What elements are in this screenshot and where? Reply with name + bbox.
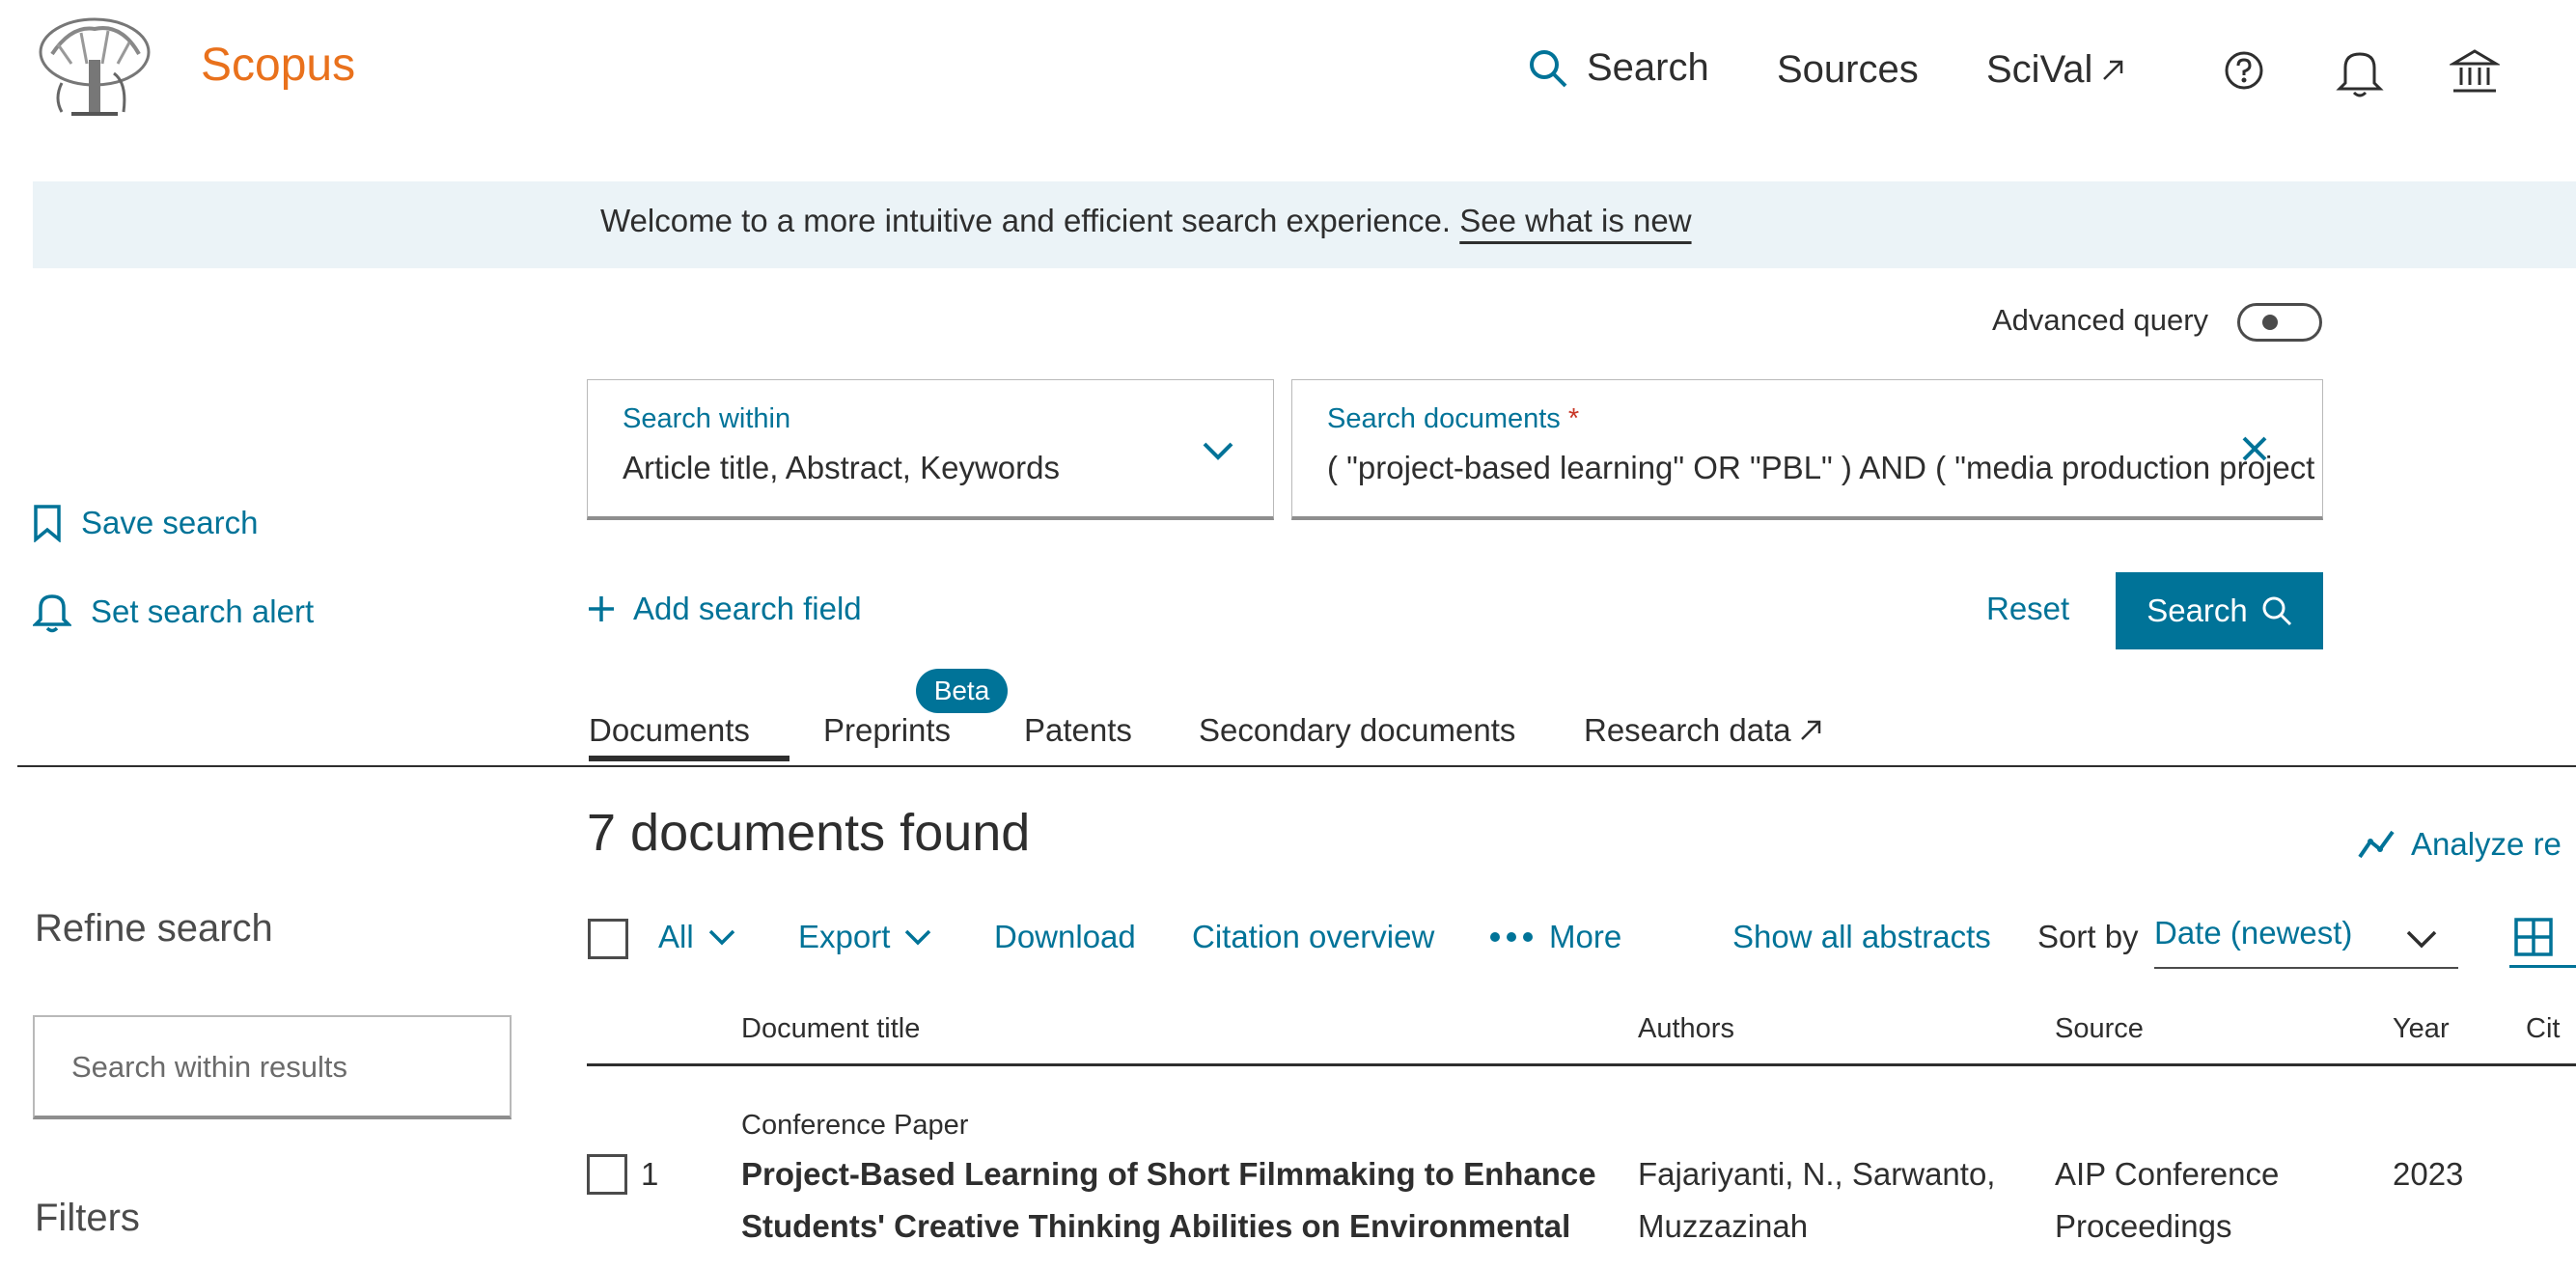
brand-name[interactable]: Scopus — [201, 39, 355, 92]
grid-view-underline — [2509, 965, 2576, 968]
column-document-title[interactable]: Document title — [741, 1013, 920, 1045]
chevron-down-icon — [903, 927, 932, 947]
tab-documents[interactable]: Documents — [589, 712, 750, 749]
row-index: 1 — [641, 1156, 659, 1192]
tabs-divider — [17, 765, 2576, 767]
banner-text: Welcome to a more intuitive and efficien… — [600, 203, 1692, 239]
select-all-label: All — [658, 919, 694, 954]
authors-line-1: Fajariyanti, N., Sarwanto, — [1638, 1156, 1996, 1192]
year-cell: 2023 — [2393, 1156, 2464, 1192]
nav-search[interactable]: Search — [1527, 46, 1709, 90]
nav-scival[interactable]: SciVal — [1986, 48, 2125, 92]
download-button[interactable]: Download — [994, 919, 1136, 955]
chevron-down-icon — [1202, 440, 1234, 461]
table-header-line — [587, 1063, 2576, 1066]
tab-secondary-documents[interactable]: Secondary documents — [1199, 712, 1515, 749]
search-within-select[interactable]: Search within Article title, Abstract, K… — [587, 379, 1274, 520]
analyze-results-link[interactable]: Analyze re — [2357, 826, 2562, 863]
source-line-2: Proceedings — [2055, 1208, 2232, 1244]
beta-badge: Beta — [916, 669, 1008, 713]
set-search-alert-label: Set search alert — [91, 593, 315, 629]
tab-preprints[interactable]: Preprints — [823, 712, 951, 749]
analyze-results-label: Analyze re — [2411, 826, 2562, 862]
bell-icon — [33, 591, 71, 633]
search-button[interactable]: Search — [2116, 572, 2323, 649]
select-all-checkbox[interactable] — [588, 919, 628, 959]
title-line-2: Students' Creative Thinking Abilities on… — [741, 1208, 1571, 1244]
citation-overview-button[interactable]: Citation overview — [1192, 919, 1434, 955]
search-documents-field[interactable]: Search documents * ( "project-based lear… — [1291, 379, 2323, 520]
add-search-field-button[interactable]: Add search field — [587, 591, 862, 627]
external-link-icon — [1799, 719, 1822, 742]
authors-cell[interactable]: Fajariyanti, N., Sarwanto, Muzzazinah — [1638, 1148, 1995, 1253]
bell-icon[interactable] — [2336, 46, 2384, 98]
nav-scival-label: SciVal — [1986, 48, 2093, 91]
clear-icon[interactable] — [2240, 434, 2269, 463]
filters-title: Filters — [35, 1197, 140, 1239]
sort-by-label: Sort by — [2037, 919, 2139, 954]
bookmark-icon — [33, 504, 62, 542]
search-within-results-placeholder: Search within results — [71, 1050, 348, 1084]
search-within-label: Search within — [623, 403, 791, 434]
document-type: Conference Paper — [741, 1110, 969, 1141]
results-count: 7 documents found — [587, 804, 1031, 862]
chevron-down-icon — [2405, 928, 2438, 950]
help-icon[interactable] — [2224, 50, 2264, 91]
search-documents-input[interactable]: ( "project-based learning" OR "PBL" ) AN… — [1327, 450, 2321, 486]
search-button-label: Search — [2147, 593, 2248, 628]
tab-research-data-label: Research data — [1584, 712, 1791, 748]
scopus-logo-tree[interactable] — [33, 15, 156, 125]
add-search-field-label: Add search field — [633, 591, 862, 626]
nav-sources[interactable]: Sources — [1777, 48, 1919, 92]
save-search-label: Save search — [81, 505, 259, 540]
more-label: More — [1549, 919, 1622, 954]
required-asterisk: * — [1567, 403, 1580, 434]
tab-research-data[interactable]: Research data — [1584, 712, 1822, 749]
more-button[interactable]: More — [1489, 919, 1621, 955]
search-documents-label: Search documents * — [1327, 403, 1579, 435]
row-checkbox[interactable] — [587, 1154, 627, 1195]
title-line-1: Project-Based Learning of Short Filmmaki… — [741, 1156, 1596, 1192]
search-documents-label-text: Search documents — [1327, 403, 1561, 434]
advanced-query-label: Advanced query — [1992, 303, 2209, 337]
reset-button[interactable]: Reset — [1986, 591, 2069, 627]
see-what-is-new-link[interactable]: See what is new — [1459, 203, 1691, 238]
column-cited-by[interactable]: Cit — [2526, 1013, 2560, 1045]
authors-line-2: Muzzazinah — [1638, 1208, 1809, 1244]
show-all-abstracts-button[interactable]: Show all abstracts — [1732, 919, 1991, 955]
banner-message: Welcome to a more intuitive and efficien… — [600, 203, 1452, 238]
plus-icon — [587, 594, 616, 623]
toggle-knob — [2262, 315, 2278, 330]
sort-by-select[interactable]: Date (newest) — [2154, 915, 2458, 969]
column-authors[interactable]: Authors — [1638, 1013, 1734, 1045]
save-search-button[interactable]: Save search — [33, 504, 258, 542]
grid-view-icon[interactable] — [2513, 917, 2554, 957]
tab-patents[interactable]: Patents — [1024, 712, 1132, 749]
nav-search-label: Search — [1587, 46, 1709, 89]
active-tab-indicator — [589, 756, 789, 761]
source-cell[interactable]: AIP Conference Proceedings — [2055, 1148, 2279, 1253]
export-label: Export — [798, 919, 891, 954]
search-icon — [2261, 595, 2292, 626]
column-year[interactable]: Year — [2393, 1013, 2450, 1045]
chevron-down-icon — [707, 927, 736, 947]
set-search-alert-button[interactable]: Set search alert — [33, 591, 314, 633]
column-source[interactable]: Source — [2055, 1013, 2144, 1045]
table-row: 1 Conference Paper Project-Based Learnin… — [587, 1100, 2576, 1268]
sort-by-value: Date (newest) — [2154, 915, 2353, 951]
more-dots-icon — [1489, 931, 1534, 943]
search-within-results-input[interactable]: Search within results — [33, 1015, 512, 1119]
refine-search-title: Refine search — [35, 907, 273, 950]
external-link-icon — [2100, 58, 2125, 83]
select-all-dropdown[interactable]: All — [658, 919, 736, 955]
analyze-icon — [2357, 828, 2396, 861]
institution-icon[interactable] — [2450, 46, 2500, 96]
export-dropdown[interactable]: Export — [798, 919, 932, 955]
search-icon — [1527, 47, 1569, 90]
source-line-1: AIP Conference — [2055, 1156, 2280, 1192]
document-title-link[interactable]: Project-Based Learning of Short Filmmaki… — [741, 1148, 1596, 1253]
search-within-value: Article title, Abstract, Keywords — [623, 450, 1060, 485]
advanced-query-toggle[interactable] — [2237, 303, 2322, 342]
